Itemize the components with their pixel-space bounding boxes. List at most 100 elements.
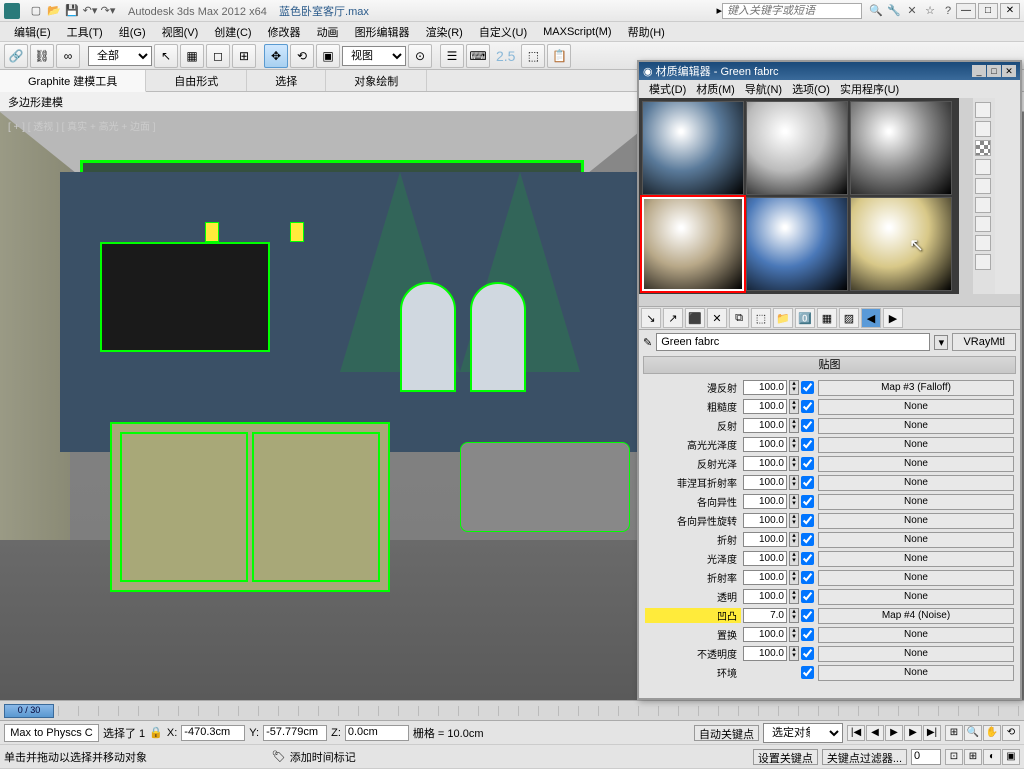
select-name-icon[interactable]: ▦ <box>180 44 204 68</box>
map-amount[interactable]: 100.0 <box>743 627 787 642</box>
zoom-all-icon[interactable]: ⊞ <box>964 749 982 765</box>
time-slider[interactable]: 0 / 30 <box>4 704 54 718</box>
get-material-icon[interactable]: ↘ <box>641 308 661 328</box>
scale-icon[interactable]: ▣ <box>316 44 340 68</box>
play-icon[interactable]: ▶ <box>885 725 903 741</box>
material-editor-titlebar[interactable]: ◉ 材质编辑器 - Green fabrc _ □ ✕ <box>639 62 1020 80</box>
goto-start-icon[interactable]: |◀ <box>847 725 865 741</box>
tab-graphite[interactable]: Graphite 建模工具 <box>0 70 146 92</box>
menu-edit[interactable]: 编辑(E) <box>8 22 57 42</box>
spinner-icon[interactable]: ▴▾ <box>789 608 799 623</box>
copy-icon[interactable]: ⧉ <box>729 308 749 328</box>
lock-icon[interactable]: 🔒 <box>149 726 163 739</box>
reset-icon[interactable]: ✕ <box>707 308 727 328</box>
map-amount[interactable]: 100.0 <box>743 418 787 433</box>
spinner-icon[interactable]: ▴▾ <box>789 513 799 528</box>
map-slot-button[interactable]: None <box>818 570 1014 586</box>
map-enable[interactable] <box>801 552 814 565</box>
map-slot-button[interactable]: None <box>818 456 1014 472</box>
viewport-label[interactable]: [ + ] [ 透视 ] [ 真实 + 高光 + 边面 ] <box>8 118 156 133</box>
map-amount[interactable]: 100.0 <box>743 456 787 471</box>
key-target[interactable]: 选定对象 <box>763 723 843 743</box>
me-menu-utilities[interactable]: 实用程序(U) <box>836 80 903 98</box>
select-by-mat-icon[interactable] <box>975 235 991 251</box>
slots-scrollbar[interactable] <box>959 98 973 294</box>
autokey-button[interactable]: 自动关键点 <box>694 725 759 741</box>
map-slot-button[interactable]: None <box>818 399 1014 415</box>
map-slot-button[interactable]: None <box>818 475 1014 491</box>
maxscript-mini[interactable]: Max to Physcs C <box>4 724 99 742</box>
map-amount[interactable]: 100.0 <box>743 380 787 395</box>
spinner-icon[interactable]: ▴▾ <box>789 380 799 395</box>
app-icon[interactable] <box>4 3 20 19</box>
spinner-icon[interactable]: ▴▾ <box>789 418 799 433</box>
maps-rollout-header[interactable]: 贴图 <box>643 356 1016 374</box>
map-slot-button[interactable]: Map #3 (Falloff) <box>818 380 1014 396</box>
menu-rendering[interactable]: 渲染(R) <box>420 22 469 42</box>
slots-hscrollbar[interactable] <box>639 294 1020 306</box>
save-icon[interactable]: 💾 <box>64 3 80 19</box>
mat-slot-5[interactable] <box>746 197 848 291</box>
name-dropdown[interactable]: ▾ <box>934 335 948 350</box>
pivot-icon[interactable]: ⊙ <box>408 44 432 68</box>
map-slot-button[interactable]: None <box>818 665 1014 681</box>
preview-icon[interactable] <box>975 197 991 213</box>
close-button[interactable]: ✕ <box>1000 3 1020 19</box>
map-slot-button[interactable]: None <box>818 418 1014 434</box>
map-slot-button[interactable]: None <box>818 551 1014 567</box>
time-tag-icon[interactable]: 🏷 <box>272 750 286 763</box>
map-amount[interactable]: 100.0 <box>743 399 787 414</box>
material-type-button[interactable]: VRayMtl <box>952 333 1016 351</box>
help-icon[interactable]: ? <box>940 3 956 19</box>
spinner-icon[interactable]: ▴▾ <box>789 532 799 547</box>
spinner-icon[interactable]: ▴▾ <box>789 456 799 471</box>
map-slot-button[interactable]: None <box>818 627 1014 643</box>
map-enable[interactable] <box>801 666 814 679</box>
map-enable[interactable] <box>801 590 814 603</box>
timeline[interactable]: 0 / 30 <box>0 700 1024 720</box>
binoculars-icon[interactable]: 🔍 <box>868 3 884 19</box>
map-enable[interactable] <box>801 628 814 641</box>
options-icon[interactable] <box>975 216 991 232</box>
background-icon[interactable] <box>975 140 991 156</box>
fov-icon[interactable]: ◐ <box>983 749 1001 765</box>
maximize-button[interactable]: □ <box>978 3 998 19</box>
map-enable[interactable] <box>801 438 814 451</box>
map-enable[interactable] <box>801 571 814 584</box>
menu-maxscript[interactable]: MAXScript(M) <box>537 24 617 40</box>
x-coord[interactable]: -470.3cm <box>181 725 245 741</box>
map-enable[interactable] <box>801 457 814 470</box>
map-enable[interactable] <box>801 514 814 527</box>
tab-freeform[interactable]: 自由形式 <box>146 70 247 91</box>
mtl-map-nav-icon[interactable] <box>975 254 991 270</box>
setkey-button[interactable]: 设置关键点 <box>753 749 818 765</box>
video-check-icon[interactable] <box>975 178 991 194</box>
zoom-icon[interactable]: 🔍 <box>964 725 982 741</box>
mtl-id-icon[interactable]: 0️⃣ <box>795 308 815 328</box>
map-enable[interactable] <box>801 609 814 622</box>
keyfilter-button[interactable]: 关键点过滤器... <box>822 749 907 765</box>
map-slot-button[interactable]: Map #4 (Noise) <box>818 608 1014 624</box>
map-slot-button[interactable]: None <box>818 532 1014 548</box>
select-rect-icon[interactable]: ◻ <box>206 44 230 68</box>
map-amount[interactable]: 100.0 <box>743 494 787 509</box>
menu-animation[interactable]: 动画 <box>311 22 345 42</box>
spinner-icon[interactable]: ▴▾ <box>789 494 799 509</box>
z-coord[interactable]: 0.0cm <box>345 725 409 741</box>
window-crossing-icon[interactable]: ⊞ <box>232 44 256 68</box>
map-enable[interactable] <box>801 381 814 394</box>
menu-create[interactable]: 创建(C) <box>208 22 257 42</box>
snap-icon[interactable]: ⬚ <box>521 44 545 68</box>
move-icon[interactable]: ✥ <box>264 44 288 68</box>
add-time-tag[interactable]: 添加时间标记 <box>290 749 356 765</box>
menu-modifiers[interactable]: 修改器 <box>262 22 307 42</box>
map-amount[interactable]: 100.0 <box>743 437 787 452</box>
map-enable[interactable] <box>801 400 814 413</box>
y-coord[interactable]: -57.779cm <box>263 725 327 741</box>
show-end-icon[interactable]: ▨ <box>839 308 859 328</box>
pick-icon[interactable]: ✎ <box>643 336 652 349</box>
sample-uv-icon[interactable] <box>975 159 991 175</box>
me-maximize[interactable]: □ <box>987 65 1001 77</box>
tab-selection[interactable]: 选择 <box>247 70 326 91</box>
map-amount[interactable]: 7.0 <box>743 608 787 623</box>
